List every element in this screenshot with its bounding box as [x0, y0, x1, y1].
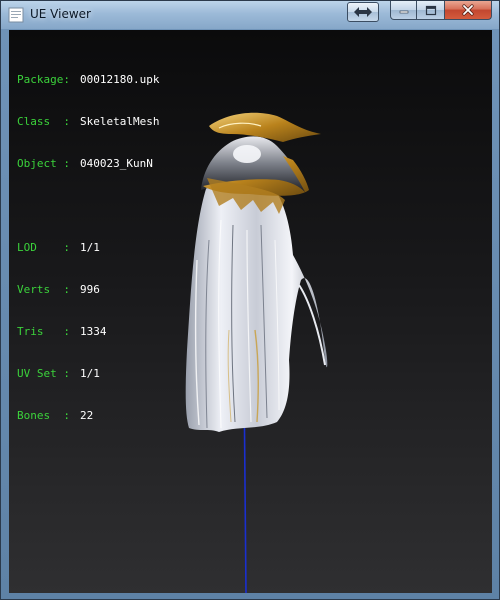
- title-bar[interactable]: UE Viewer: [1, 1, 499, 29]
- window-title: UE Viewer: [30, 7, 91, 21]
- bones-value: 22: [80, 409, 94, 422]
- info-row-uvset: UV Set : 1/1: [17, 367, 159, 381]
- close-icon: [462, 4, 474, 16]
- minimize-button[interactable]: [390, 1, 417, 20]
- info-row-tris: Tris : 1334: [17, 325, 159, 339]
- maximize-icon: [425, 5, 436, 15]
- class-label: Class :: [17, 115, 70, 128]
- class-value: SkeletalMesh: [80, 115, 160, 128]
- info-row-lod: LOD : 1/1: [17, 241, 159, 255]
- info-row-package: Package: 00012180.upk: [17, 73, 159, 87]
- hair-mesh: [185, 173, 328, 432]
- verts-label: Verts :: [17, 283, 70, 296]
- lod-value: 1/1: [80, 241, 100, 254]
- package-value: 00012180.upk: [80, 73, 160, 86]
- app-window: UE Viewer Package: 00012180.upk Class: …: [0, 0, 500, 600]
- uvset-value: 1/1: [80, 367, 100, 380]
- lod-label: LOD :: [17, 241, 70, 254]
- verts-value: 996: [80, 283, 100, 296]
- object-value: 040023_KunN: [80, 157, 153, 170]
- info-row-class: Class : SkeletalMesh: [17, 115, 159, 129]
- 3d-viewport[interactable]: Package: 00012180.upk Class : SkeletalMesh…: [9, 30, 492, 593]
- minimize-icon: [399, 10, 408, 14]
- tris-label: Tris :: [17, 325, 70, 338]
- bones-label: Bones :: [17, 409, 70, 422]
- helmet-mesh: [201, 112, 321, 214]
- info-row-bones: Bones : 22: [17, 409, 159, 423]
- close-button[interactable]: [445, 1, 492, 20]
- info-row-object: Object : 040023_KunN: [17, 157, 159, 171]
- object-label: Object :: [17, 157, 70, 170]
- info-row-verts: Verts : 996: [17, 283, 159, 297]
- mesh-info-panel: Package: 00012180.upk Class : SkeletalMesh…: [17, 45, 159, 451]
- app-icon: [8, 7, 24, 23]
- uvset-label: UV Set :: [17, 367, 70, 380]
- maximize-button[interactable]: [417, 1, 445, 20]
- resize-arrows-icon: [354, 7, 372, 17]
- resize-button[interactable]: [347, 2, 379, 22]
- package-label: Package:: [17, 73, 70, 86]
- tris-value: 1334: [80, 325, 107, 338]
